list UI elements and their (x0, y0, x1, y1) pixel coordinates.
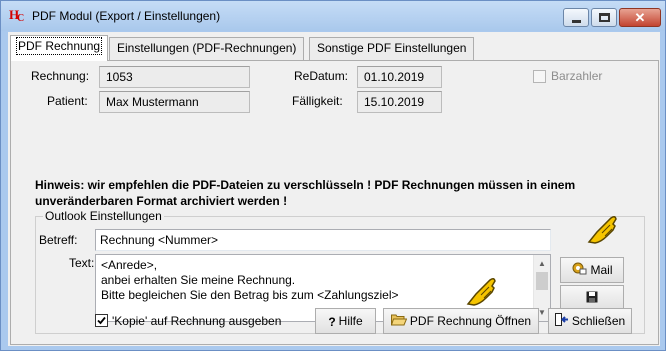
checkmark-icon (97, 316, 106, 325)
tab-label: Einstellungen (PDF-Rechnungen) (117, 41, 297, 55)
schliessen-button-label: Schließen (571, 314, 626, 328)
text-label: Text: (69, 256, 95, 270)
betreff-label: Betreff: (39, 233, 78, 247)
mail-button-label: Mail (590, 263, 613, 277)
maximize-button[interactable] (591, 8, 617, 27)
pointing-hand-icon (464, 274, 498, 311)
question-icon: ? (328, 314, 336, 329)
hilfe-button-label: Hilfe (338, 314, 363, 328)
barzahler-checkbox[interactable] (533, 70, 546, 83)
redatum-field: 01.10.2019 (357, 66, 442, 88)
barzahler-label: Barzahler (551, 69, 603, 83)
window-title: PDF Modul (Export / Einstellungen) (32, 9, 221, 23)
text-line: <Anrede>, (101, 258, 158, 272)
kopie-checkbox[interactable] (95, 314, 108, 327)
text-line: anbei erhalten Sie meine Rechnung. (101, 273, 296, 287)
scroll-thumb[interactable] (536, 272, 548, 290)
tab-panel-pdf-rechnung: Rechnung: 1053 Patient: Max Mustermann R… (10, 60, 659, 345)
patient-label: Patient: (47, 94, 88, 108)
close-icon: ✕ (634, 10, 646, 25)
patient-field: Max Mustermann (99, 91, 250, 113)
tab-label: PDF Rechnung (15, 37, 103, 55)
open-pdf-button-label: PDF Rechnung Öffnen (409, 314, 532, 328)
outlook-group-title: Outlook Einstellungen (43, 209, 164, 223)
schliessen-button[interactable]: Schließen (548, 308, 632, 334)
minimize-button[interactable] (563, 8, 589, 27)
tab-label: Sonstige PDF Einstellungen (317, 41, 467, 55)
hint-text: Hinweis: wir empfehlen die PDF-Dateien z… (35, 177, 595, 209)
hilfe-button[interactable]: ? Hilfe (315, 308, 376, 334)
tab-einstellungen-pdf-rechnungen[interactable]: Einstellungen (PDF-Rechnungen) (109, 37, 305, 60)
client-area: PDF Rechnung Einstellungen (PDF-Rechnung… (8, 32, 660, 346)
minimize-icon (572, 20, 581, 23)
hint-line-2: unveränderbaren Format archiviert werden… (35, 194, 288, 208)
mail-button[interactable]: Mail (560, 257, 624, 283)
open-pdf-button[interactable]: PDF Rechnung Öffnen (383, 308, 539, 334)
pointing-hand-icon (585, 212, 619, 249)
faelligkeit-label: Fälligkeit: (292, 94, 343, 108)
text-line: Bitte begleichen Sie den Betrag bis zum … (101, 288, 399, 302)
mail-gear-icon (571, 259, 587, 283)
exit-door-icon (554, 310, 569, 334)
app-window: HC PDF Modul (Export / Einstellungen) ✕ … (0, 0, 666, 351)
folder-open-icon (390, 310, 408, 334)
betreff-input[interactable]: Rechnung <Nummer> (95, 229, 551, 251)
maximize-icon (599, 13, 610, 22)
app-logo-icon: HC (9, 7, 25, 24)
hint-line-1: Hinweis: wir empfehlen die PDF-Dateien z… (35, 178, 576, 192)
close-window-button[interactable]: ✕ (619, 8, 661, 27)
rechnung-field: 1053 (99, 66, 250, 88)
kopie-label: 'Kopie' auf Rechnung ausgeben (112, 314, 282, 328)
tab-pdf-rechnung[interactable]: PDF Rechnung (10, 35, 109, 61)
rechnung-label: Rechnung: (31, 69, 90, 83)
tab-sonstige-pdf-einstellungen[interactable]: Sonstige PDF Einstellungen (309, 37, 475, 60)
faelligkeit-field: 15.10.2019 (357, 91, 442, 113)
scroll-up-icon[interactable]: ▲ (534, 255, 550, 272)
redatum-label: ReDatum: (294, 69, 349, 83)
title-bar[interactable]: HC PDF Modul (Export / Einstellungen) ✕ (1, 1, 665, 31)
